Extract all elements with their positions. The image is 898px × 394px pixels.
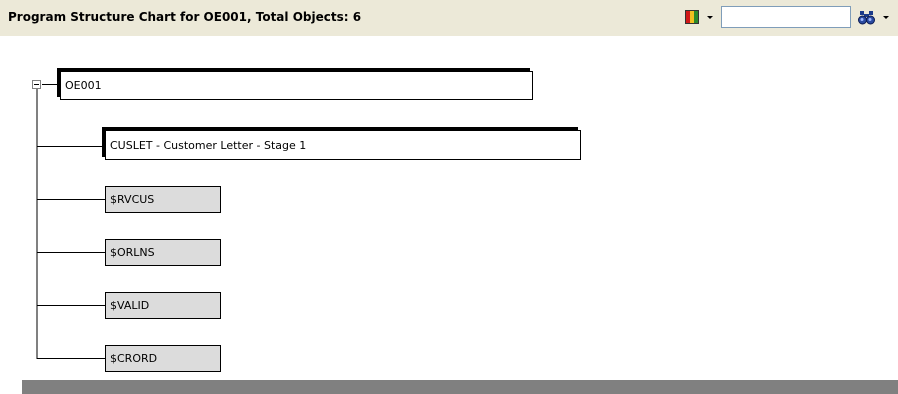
color-legend-icon — [685, 10, 699, 24]
chevron-down-icon — [883, 16, 889, 19]
tree-node-oe001[interactable]: OE001 — [60, 71, 533, 100]
node-label: CUSLET - Customer Letter - Stage 1 — [110, 138, 307, 152]
structure-chart: OE001 CUSLET - Customer Letter - Stage 1… — [0, 36, 898, 380]
chart-toolbar: Program Structure Chart for OE001, Total… — [0, 0, 898, 36]
node-label: $RVCUS — [110, 193, 155, 206]
tree-node-orlns[interactable]: $ORLNS — [105, 239, 221, 266]
collapse-toggle-icon[interactable] — [32, 80, 41, 89]
tree-node-crord[interactable]: $CRORD — [105, 345, 221, 372]
node-label: OE001 — [65, 79, 102, 92]
color-legend-button[interactable] — [685, 9, 719, 27]
node-label: $CRORD — [110, 352, 158, 365]
page-title: Program Structure Chart for OE001, Total… — [8, 10, 362, 24]
node-label: $VALID — [110, 299, 150, 312]
binoculars-icon — [858, 11, 875, 25]
tree-node-valid[interactable]: $VALID — [105, 292, 221, 319]
chevron-down-icon — [707, 16, 713, 19]
tree-node-rvcus[interactable]: $RVCUS — [105, 186, 221, 213]
tree-node-cuslet[interactable]: CUSLET - Customer Letter - Stage 1 — [105, 130, 581, 160]
find-button[interactable] — [858, 9, 894, 27]
node-label: $ORLNS — [110, 246, 155, 259]
horizontal-scrollbar[interactable] — [22, 380, 898, 394]
find-input[interactable] — [721, 6, 851, 28]
